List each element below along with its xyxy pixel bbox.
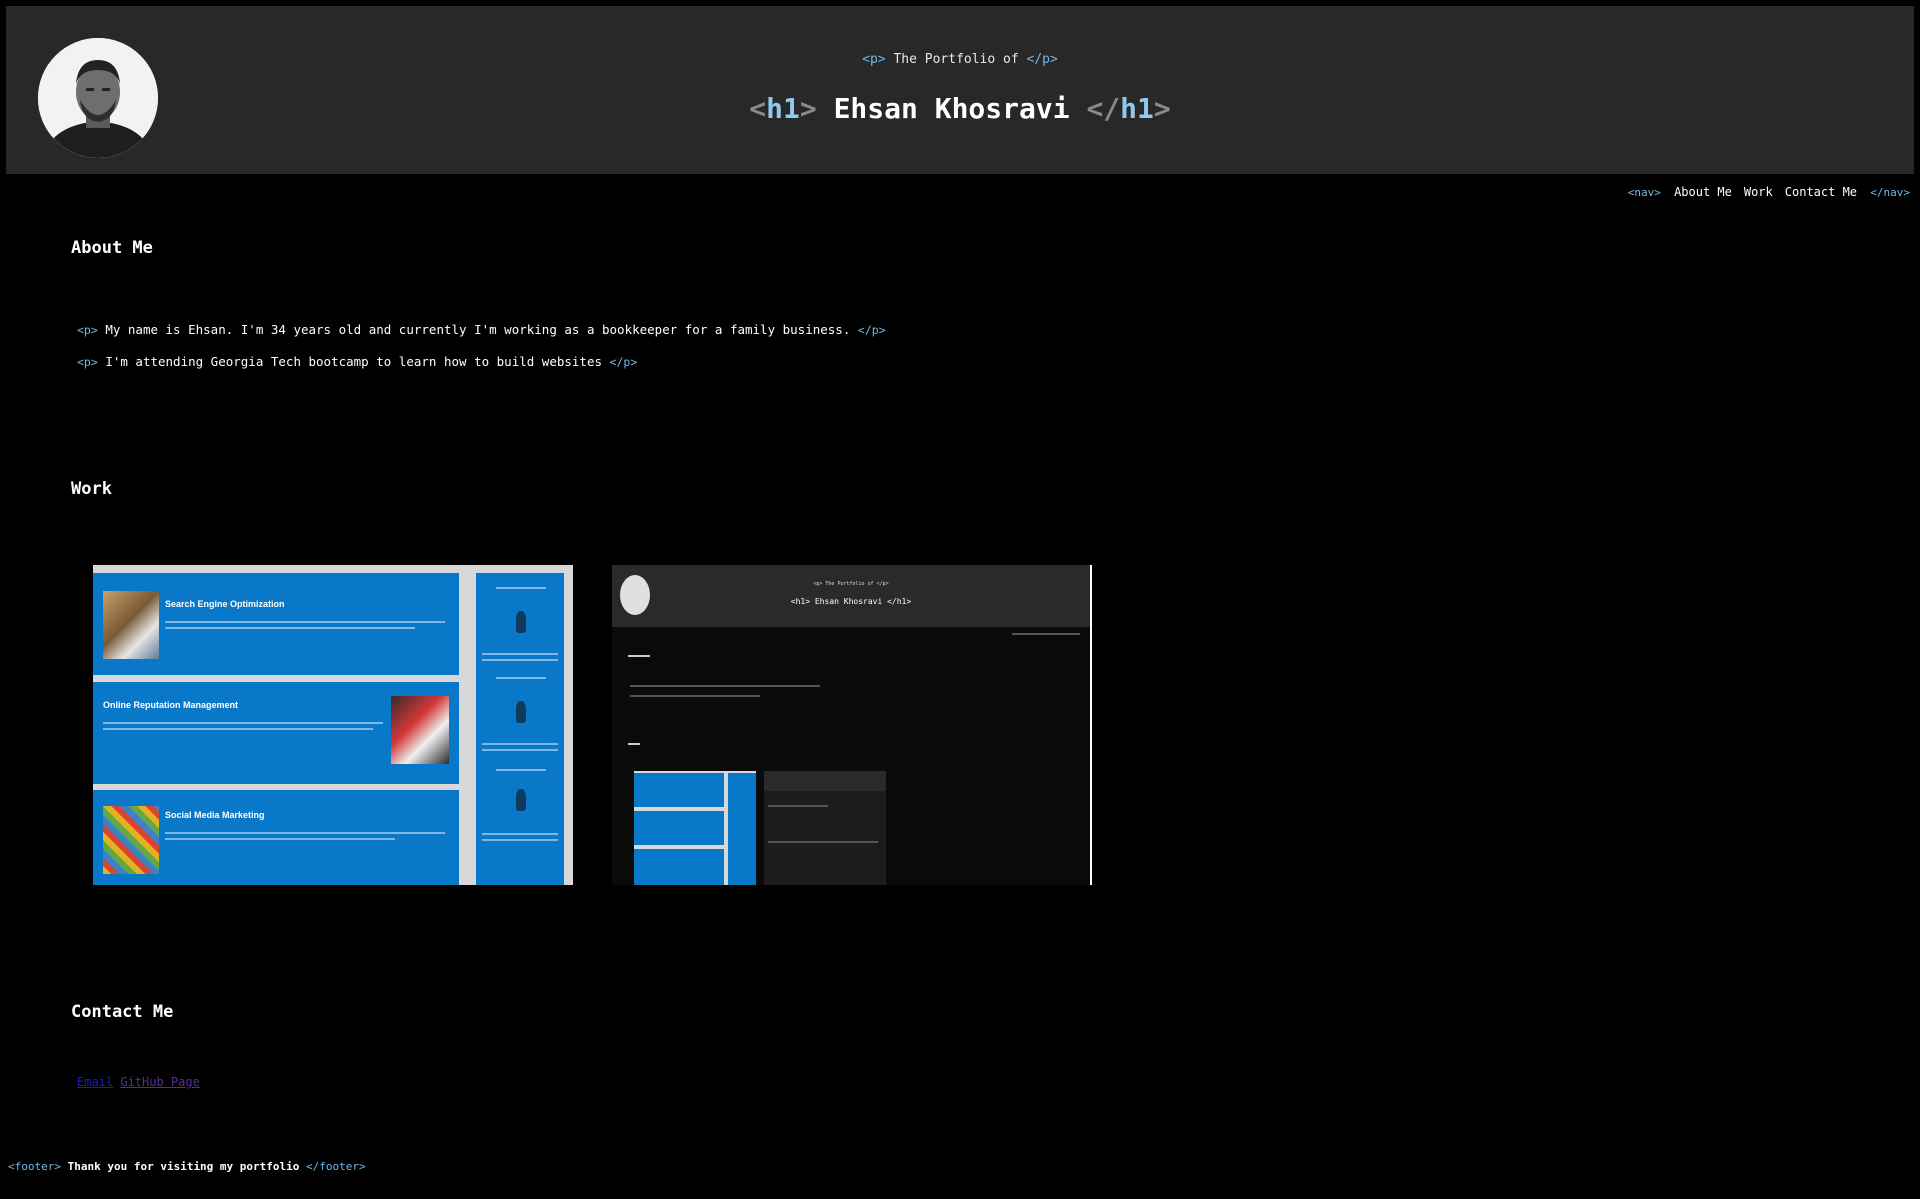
nav-link-about[interactable]: About Me — [1674, 185, 1732, 199]
work-heading: Work — [71, 479, 112, 499]
h1-open-lt: < — [749, 92, 767, 125]
p-close-tag: </p> — [609, 355, 638, 369]
nav-close-tag: </nav> — [1870, 186, 1910, 199]
h1-open-gt: > — [799, 92, 817, 125]
nav-link-contact[interactable]: Contact Me — [1785, 185, 1857, 199]
footer-open-tag: <footer> — [8, 1160, 61, 1173]
about-paragraph-2: <p> I'm attending Georgia Tech bootcamp … — [77, 354, 637, 369]
seo-image — [103, 591, 159, 659]
mini-header: <p> The Portfolio of </p> <h1> Ehsan Kho… — [612, 565, 1090, 627]
p-open-tag: <p> — [77, 355, 98, 369]
mini-subtitle: <p> The Portfolio of </p> — [813, 581, 889, 587]
h1-open-tag: h1 — [766, 92, 800, 125]
about-text-2: I'm attending Georgia Tech bootcamp to l… — [105, 354, 603, 369]
reputation-card: Online Reputation Management — [93, 682, 459, 784]
header-subtitle: <p> The Portfolio of </p> — [6, 52, 1914, 67]
contact-heading: Contact Me — [71, 1002, 174, 1022]
footer-text: Thank you for visiting my portfolio — [67, 1160, 300, 1173]
site-footer: <footer> Thank you for visiting my portf… — [8, 1160, 366, 1173]
about-heading: About Me — [71, 238, 153, 258]
mini-project-2 — [764, 771, 886, 885]
owner-name: Ehsan Khosravi — [833, 92, 1070, 125]
contact-links: Email GitHub Page — [77, 1075, 200, 1089]
reputation-card-title: Online Reputation Management — [103, 700, 239, 710]
mini-title: <h1> Ehsan Khosravi </h1> — [790, 597, 912, 606]
github-link[interactable]: GitHub Page — [120, 1075, 199, 1089]
project-thumbnail-1[interactable]: Search Engine Optimization Online Reputa… — [93, 565, 573, 885]
footer-close-tag: </footer> — [306, 1160, 366, 1173]
h1-close-lt: </ — [1086, 92, 1121, 125]
p-open-tag: <p> — [862, 52, 886, 67]
main-nav: <nav> About Me Work Contact Me </nav> — [1628, 185, 1910, 199]
site-header: <p> The Portfolio of </p> <h1> Ehsan Kho… — [6, 6, 1914, 174]
seo-card: Search Engine Optimization — [93, 573, 459, 675]
about-text-1: My name is Ehsan. I'm 34 years old and c… — [105, 322, 851, 337]
social-image — [103, 806, 159, 874]
p-close-tag: </p> — [1026, 52, 1058, 67]
h1-close-tag: h1 — [1120, 92, 1154, 125]
seo-card-title: Search Engine Optimization — [165, 599, 285, 609]
p-close-tag: </p> — [857, 323, 886, 337]
mini-project-1 — [634, 771, 756, 885]
nav-open-tag: <nav> — [1627, 186, 1661, 199]
sidebar-panel — [476, 573, 564, 885]
h1-close-gt: > — [1153, 92, 1171, 125]
project-thumbnail-2[interactable]: <p> The Portfolio of </p> <h1> Ehsan Kho… — [612, 565, 1092, 885]
reputation-image — [391, 696, 449, 764]
nav-link-work[interactable]: Work — [1744, 185, 1773, 199]
social-card: Social Media Marketing — [93, 790, 459, 885]
page-title: <h1> Ehsan Khosravi </h1> — [6, 92, 1914, 125]
subtitle-text: The Portfolio of — [893, 52, 1019, 67]
email-link[interactable]: Email — [77, 1075, 113, 1089]
about-paragraph-1: <p> My name is Ehsan. I'm 34 years old a… — [77, 322, 886, 337]
social-card-title: Social Media Marketing — [165, 810, 265, 820]
p-open-tag: <p> — [77, 323, 98, 337]
